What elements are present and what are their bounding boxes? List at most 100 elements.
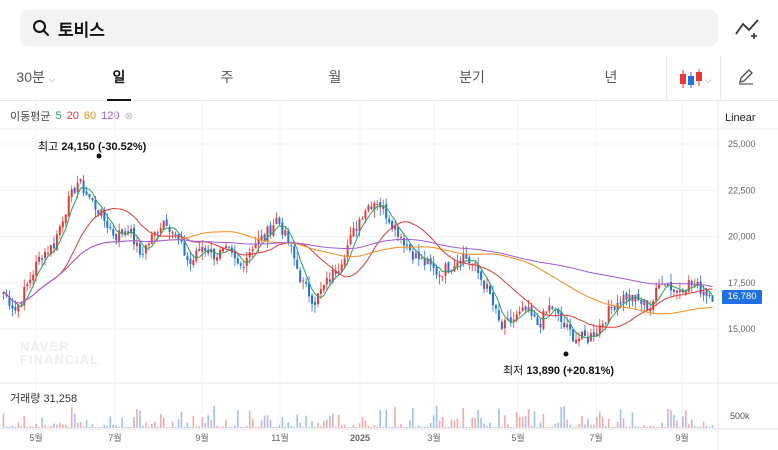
candle-body: [610, 306, 613, 308]
volume-bar: [82, 426, 85, 428]
volume-bar: [560, 407, 563, 428]
tab-quarter[interactable]: 분기: [452, 56, 492, 100]
candle-body: [675, 290, 678, 293]
search-bar[interactable]: 토비스: [20, 10, 718, 46]
candle-body: [64, 214, 67, 223]
volume-bar: [590, 424, 592, 428]
candle-body: [405, 244, 408, 246]
volume-bar: [587, 419, 589, 428]
volume-bar: [551, 426, 554, 428]
candle-body: [474, 263, 477, 265]
volume-bar: [625, 426, 628, 428]
candle-body: [500, 321, 503, 329]
x-tick-label: 5월: [511, 432, 524, 443]
volume-bar: [406, 426, 408, 428]
volume-bar: [432, 415, 435, 428]
candle-body: [711, 295, 714, 302]
candle-body: [239, 263, 242, 266]
volume-bar: [474, 417, 476, 428]
volume-bar: [210, 419, 212, 428]
volume-bar: [278, 425, 281, 428]
volume-bar: [530, 425, 533, 428]
candle-body: [640, 299, 643, 305]
candle-body: [144, 245, 147, 254]
volume-bar: [23, 416, 26, 428]
volume-bar: [165, 426, 168, 428]
candle-body: [367, 205, 370, 211]
volume-bar: [545, 426, 548, 428]
volume-bar: [53, 423, 55, 428]
volume-bar: [358, 423, 361, 428]
volume-bar: [649, 425, 652, 428]
x-tick-label: 3월: [427, 432, 440, 443]
volume-bar: [631, 412, 634, 428]
x-tick-label: 9월: [675, 432, 688, 443]
candle-body: [198, 249, 201, 252]
candle-body: [133, 227, 136, 245]
candle-body: [171, 232, 174, 234]
volume-bar: [699, 426, 702, 428]
candle-body: [343, 258, 346, 266]
candle-body: [414, 253, 417, 259]
volume-bar: [524, 415, 527, 428]
candle-body: [147, 243, 150, 246]
tab-30min[interactable]: 30분 ⌵: [12, 56, 60, 100]
volume-bar: [124, 427, 126, 428]
toolbar-divider: [720, 56, 721, 100]
candle-body: [293, 246, 296, 259]
volume-bar: [320, 426, 322, 428]
volume-bar: [616, 421, 619, 428]
candle-body: [483, 280, 486, 289]
candle-body: [254, 244, 257, 249]
volume-bar: [613, 426, 616, 428]
candle-body: [174, 233, 177, 235]
candle-body: [560, 312, 563, 322]
volume-bar: [557, 422, 560, 428]
candle-body: [672, 289, 675, 292]
candle-body: [159, 228, 162, 233]
volume-bar: [334, 426, 337, 428]
volume-bar: [667, 408, 669, 428]
candlestick-icon[interactable]: ⌵: [678, 68, 712, 90]
pencil-icon[interactable]: [737, 67, 755, 85]
candle-body: [566, 324, 569, 328]
candle-body: [699, 281, 702, 294]
volume-bar: [661, 422, 663, 428]
volume-bar: [512, 426, 515, 428]
volume-bar: [403, 426, 405, 428]
volume-label: 거래량 31,258: [10, 393, 78, 405]
tab-month[interactable]: 월: [320, 56, 350, 100]
y-tick-label: 15,000: [728, 324, 756, 334]
volume-bar: [180, 411, 183, 428]
tab-day[interactable]: 일: [107, 56, 131, 101]
candle-body: [135, 242, 138, 246]
volume-bar: [145, 422, 147, 428]
tab-year[interactable]: 년: [596, 56, 626, 100]
x-tick-label: 2025: [350, 433, 370, 443]
volume-bar: [593, 424, 595, 428]
volume-bar: [64, 424, 67, 428]
candle-body: [275, 217, 278, 225]
candle-body: [575, 339, 578, 344]
volume-bar: [655, 426, 657, 428]
volume-bar: [685, 410, 687, 428]
candle-body: [655, 287, 658, 301]
volume-bar: [314, 426, 316, 428]
candle-body: [204, 248, 207, 251]
volume-bar: [400, 423, 402, 428]
volume-bar: [415, 426, 417, 428]
candle-body: [607, 306, 610, 323]
volume-bar: [266, 415, 269, 428]
candle-body: [73, 187, 76, 194]
volume-bar: [412, 407, 414, 428]
volume-bar: [91, 424, 94, 428]
volume-bar: [329, 415, 331, 428]
candle-body: [486, 284, 489, 289]
tab-week[interactable]: 주: [212, 56, 242, 100]
volume-bar: [275, 426, 278, 428]
candle-body: [708, 295, 711, 297]
chart-compare-icon[interactable]: [734, 16, 762, 40]
volume-bar: [231, 426, 233, 428]
candle-body: [269, 225, 272, 235]
candle-body: [664, 284, 667, 286]
